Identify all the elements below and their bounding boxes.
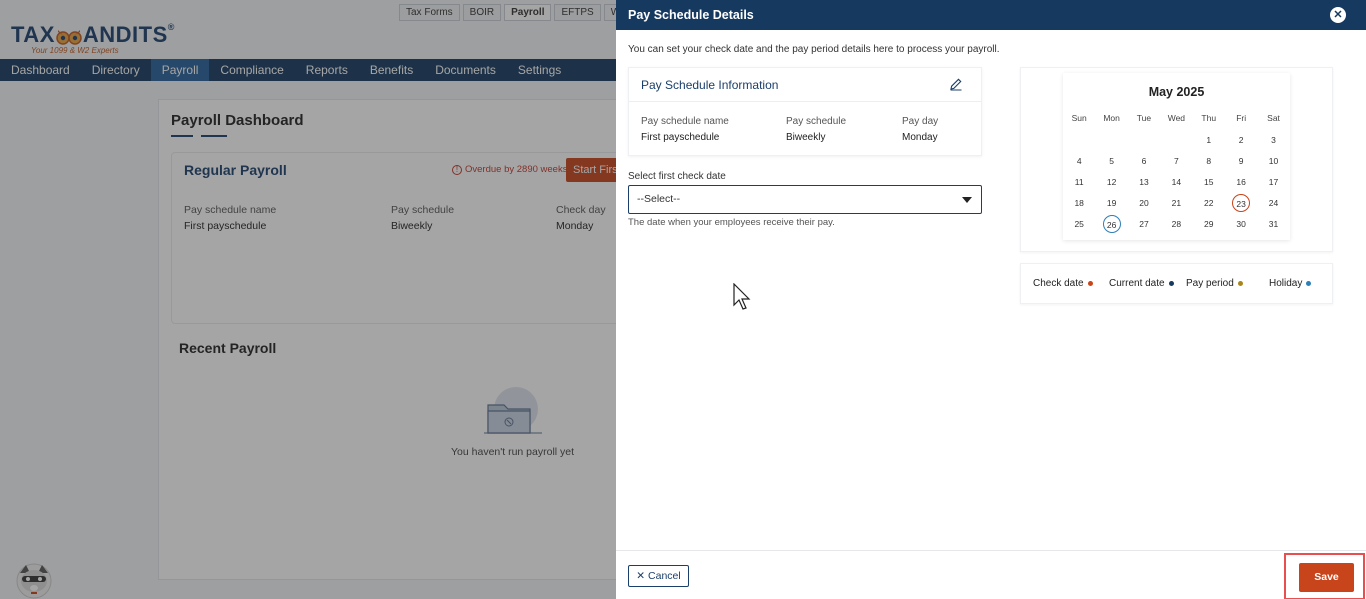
calendar-day[interactable]: 1 [1193, 131, 1225, 149]
calendar-day[interactable]: 22 [1193, 194, 1225, 212]
calendar-day[interactable]: 8 [1193, 152, 1225, 170]
calendar-day[interactable]: 11 [1063, 173, 1095, 191]
legend-label: Check date [1033, 278, 1084, 289]
legend-pay-period: Pay period [1186, 278, 1243, 289]
weekday-label: Thu [1201, 113, 1217, 123]
legend-label: Holiday [1269, 278, 1303, 289]
legend-dot [1237, 281, 1243, 286]
legend-dot [1087, 281, 1093, 286]
calendar-day[interactable]: 30 [1225, 215, 1257, 233]
legend-label: Current date [1109, 278, 1165, 289]
calendar-day[interactable]: 24 [1257, 194, 1289, 212]
mouse-cursor-icon [733, 282, 751, 311]
calendar-week: 123 [1063, 131, 1290, 149]
calendar-day[interactable]: 6 [1128, 152, 1160, 170]
panel-intro: You can set your check date and the pay … [628, 44, 1000, 55]
calendar-day[interactable]: 7 [1160, 152, 1192, 170]
calendar-day[interactable]: 26 [1102, 215, 1121, 233]
info-field-pay-schedule: Pay schedule Biweekly [786, 116, 846, 143]
calendar-month: May 2025 [1148, 85, 1205, 99]
calendar-day[interactable]: 10 [1257, 152, 1289, 170]
edit-pencil-icon[interactable] [949, 77, 963, 91]
legend-check-date: Check date [1033, 278, 1093, 289]
legend-dot [1306, 281, 1312, 286]
close-icon[interactable]: ✕ [1330, 7, 1346, 23]
info-card-title: Pay Schedule Information [641, 77, 779, 92]
calendar-weekdays: Sun Mon Tue Wed Thu Fri Sat [1063, 113, 1290, 123]
check-date-label: Select first check date [628, 171, 726, 182]
legend-dot [1168, 281, 1174, 286]
cancel-label: Cancel [648, 570, 681, 582]
calendar-day[interactable]: 20 [1128, 194, 1160, 212]
pay-schedule-info-card: Pay Schedule Information Pay schedule na… [628, 67, 982, 156]
panel-title: Pay Schedule Details [628, 8, 754, 22]
info-field-pay-schedule-name: Pay schedule name First payschedule [641, 116, 729, 143]
field-label: Pay day [902, 116, 939, 127]
calendar-day[interactable]: 12 [1095, 173, 1127, 191]
calendar-week: 18 19 20 21 22 23 24 [1063, 194, 1290, 212]
field-value: Monday [902, 132, 938, 143]
calendar-day[interactable]: 15 [1193, 173, 1225, 191]
calendar-day[interactable]: 4 [1063, 152, 1095, 170]
field-label: Pay schedule name [641, 116, 729, 127]
calendar-day[interactable]: 3 [1257, 131, 1289, 149]
weekday-label: Wed [1167, 113, 1186, 123]
calendar-day[interactable]: 23 [1232, 194, 1251, 212]
check-date-hint: The date when your employees receive the… [628, 217, 835, 228]
calendar-day[interactable]: 16 [1225, 173, 1257, 191]
calendar-week: 25 26 27 28 29 30 31 [1063, 215, 1290, 233]
calendar-day[interactable]: 13 [1128, 173, 1160, 191]
calendar: May 2025 Sun Mon Tue Wed Thu Fri Sat 123456789… [1063, 73, 1290, 240]
calendar-legend: Check date Current date Pay period Holid… [1020, 263, 1333, 304]
panel-header: Pay Schedule Details ✕ [616, 0, 1366, 30]
calendar-day[interactable]: 19 [1095, 194, 1127, 212]
calendar-card: May 2025 Sun Mon Tue Wed Thu Fri Sat 123456789… [1020, 67, 1333, 252]
save-highlight: Save [1284, 553, 1365, 599]
modal-backdrop[interactable] [0, 0, 616, 599]
field-label: Pay schedule [786, 116, 847, 127]
calendar-day[interactable]: 25 [1063, 215, 1095, 233]
calendar-day[interactable]: 28 [1160, 215, 1192, 233]
calendar-empty-cell [1128, 131, 1160, 149]
weekday-label: Fri [1236, 113, 1247, 123]
field-value: First payschedule [641, 132, 720, 143]
calendar-day[interactable]: 18 [1063, 194, 1095, 212]
calendar-day[interactable]: 2 [1225, 131, 1257, 149]
close-icon: ✕ [636, 570, 646, 582]
weekday-label: Tue [1136, 113, 1152, 123]
calendar-day[interactable]: 29 [1193, 215, 1225, 233]
panel-footer: ✕ Cancel Save [616, 550, 1366, 599]
calendar-day[interactable]: 17 [1257, 173, 1289, 191]
calendar-empty-cell [1063, 131, 1095, 149]
calendar-day[interactable]: 27 [1128, 215, 1160, 233]
calendar-week: 11 12 13 14 15 16 17 [1063, 173, 1290, 191]
weekday-label: Sat [1267, 113, 1280, 123]
pay-schedule-details-panel: Pay Schedule Details ✕ You can set your … [616, 0, 1366, 599]
calendar-day[interactable]: 5 [1095, 152, 1127, 170]
info-card-header: Pay Schedule Information [629, 68, 981, 102]
calendar-day[interactable]: 14 [1160, 173, 1192, 191]
legend-holiday: Holiday [1269, 278, 1312, 289]
field-value: Biweekly [786, 132, 826, 143]
cancel-button[interactable]: ✕ Cancel [628, 565, 689, 587]
info-field-pay-day: Pay day Monday [902, 116, 938, 143]
caret-down-icon [962, 197, 972, 203]
calendar-day[interactable]: 9 [1225, 152, 1257, 170]
weekday-label: Mon [1103, 113, 1120, 123]
calendar-empty-cell [1095, 131, 1127, 149]
select-value: --Select-- [637, 193, 681, 205]
calendar-day[interactable]: 31 [1257, 215, 1289, 233]
first-check-date-select[interactable]: --Select-- [628, 185, 982, 214]
calendar-week: 4 5 6 7 8 9 10 [1063, 152, 1290, 170]
legend-label: Pay period [1186, 278, 1234, 289]
weekday-label: Sun [1071, 113, 1087, 123]
legend-current-date: Current date [1109, 278, 1174, 289]
save-button[interactable]: Save [1299, 563, 1354, 592]
calendar-empty-cell [1160, 131, 1192, 149]
calendar-day[interactable]: 21 [1160, 194, 1192, 212]
